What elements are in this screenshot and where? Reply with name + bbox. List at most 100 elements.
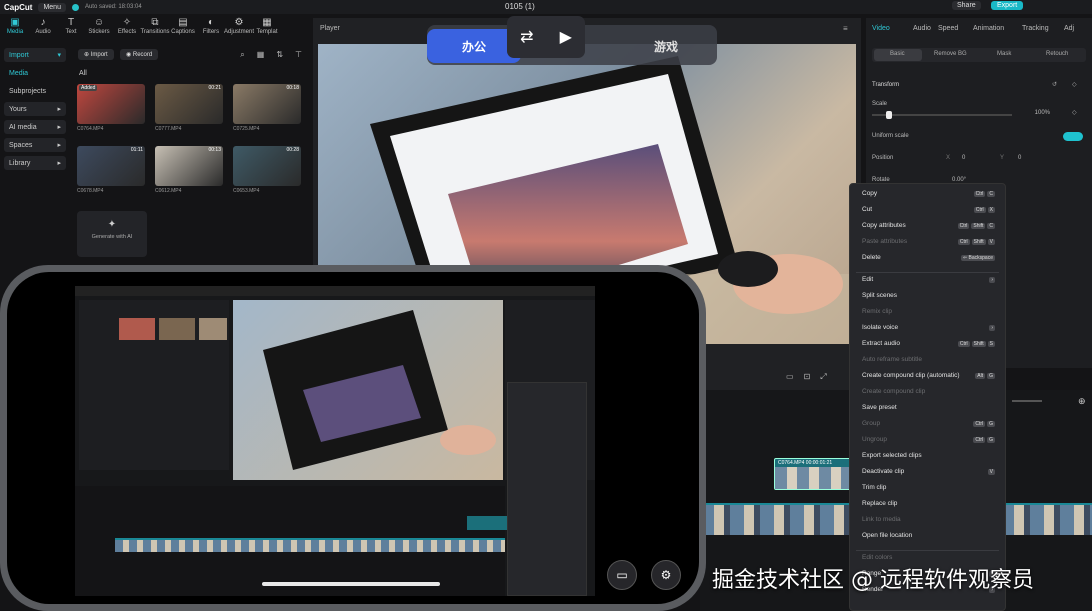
mode-game-button[interactable]: 游戏 bbox=[620, 29, 712, 63]
shortcut-key: Alt bbox=[975, 373, 986, 379]
nav-media[interactable]: Media bbox=[4, 66, 66, 80]
shortcut-key: Ctrl bbox=[973, 421, 986, 427]
tab-tracking[interactable]: Tracking bbox=[1022, 25, 1049, 32]
player-menu-icon[interactable]: ≡ bbox=[843, 24, 848, 33]
generate-ai-card[interactable]: ✦ Generate with AI bbox=[77, 211, 147, 257]
share-button[interactable]: Share bbox=[952, 1, 981, 10]
tab-audio[interactable]: Audio bbox=[913, 25, 931, 32]
subtab-basic[interactable]: Basic bbox=[890, 51, 905, 57]
reset-icon[interactable]: ↺ bbox=[1052, 81, 1057, 88]
menu-item-copy[interactable]: Copy bbox=[862, 190, 877, 197]
nav-spaces[interactable]: Spaces ▸ bbox=[4, 138, 66, 152]
nav-import[interactable]: Import ▾ bbox=[4, 48, 66, 62]
top-bar: CapCut Menu Auto saved: 18:03:04 0105 (1… bbox=[0, 0, 1092, 14]
tab-adj[interactable]: Adj bbox=[1064, 25, 1074, 32]
tool-media[interactable]: ▣ Media bbox=[2, 17, 28, 39]
tool-transitions[interactable]: ⧉ Transitions bbox=[140, 17, 169, 39]
export-button[interactable]: Export bbox=[991, 1, 1024, 10]
subtab-mask[interactable]: Mask bbox=[997, 51, 1011, 57]
media-thumb[interactable]: 01:11 bbox=[77, 146, 145, 186]
scale-keyframe-icon[interactable]: ◇ bbox=[1072, 109, 1077, 116]
tab-video[interactable]: Video bbox=[872, 25, 890, 32]
nav-library[interactable]: Library ▸ bbox=[4, 156, 66, 170]
tab-animation[interactable]: Animation bbox=[973, 25, 1004, 32]
nav-arrow-icon: ▸ bbox=[57, 142, 61, 149]
cast-play-icon[interactable]: ▶ bbox=[560, 27, 572, 47]
shortcut-key: ⇐ Backspace bbox=[960, 255, 995, 261]
tool-templat[interactable]: ▦ Templat bbox=[254, 17, 280, 39]
import-label: Import bbox=[90, 52, 108, 58]
tab-speed[interactable]: Speed bbox=[938, 25, 958, 32]
tool-audio[interactable]: ♪ Audio bbox=[30, 17, 56, 39]
project-filename[interactable]: 0105 (1) bbox=[505, 2, 535, 11]
nav-yours[interactable]: Yours ▸ bbox=[4, 102, 66, 116]
keyframe-icon[interactable]: ◇ bbox=[1072, 81, 1077, 88]
tool-captions[interactable]: ▤ Captions bbox=[170, 17, 196, 39]
scale-label: Scale bbox=[872, 101, 888, 107]
subtab-remove-bg[interactable]: Remove BG bbox=[934, 51, 967, 57]
menu-item-delete[interactable]: Delete bbox=[862, 254, 881, 261]
menu-item-create-compound-clip-automatic-[interactable]: Create compound clip (automatic) bbox=[862, 372, 960, 379]
nav-subprojects[interactable]: Subprojects bbox=[4, 84, 66, 98]
menu-item-extract-audio[interactable]: Extract audio bbox=[862, 340, 900, 347]
menu-button[interactable]: Menu bbox=[38, 2, 66, 12]
shortcut-key: G bbox=[987, 437, 995, 443]
mirror-player bbox=[233, 300, 503, 480]
zoom-slider[interactable] bbox=[1012, 400, 1042, 402]
menu-item-save-preset[interactable]: Save preset bbox=[862, 404, 897, 411]
tool-label: Captions bbox=[171, 29, 195, 35]
tool-text[interactable]: T Text bbox=[58, 17, 84, 39]
pos-x-value[interactable]: 0 bbox=[962, 155, 965, 161]
menu-item-deactivate-clip[interactable]: Deactivate clip bbox=[862, 468, 904, 475]
scale-slider-knob[interactable] bbox=[885, 111, 892, 119]
menu-item-open-file-location[interactable]: Open file location bbox=[862, 532, 912, 539]
scale-value[interactable]: 100% bbox=[1022, 110, 1050, 116]
menu-item-edit[interactable]: Edit bbox=[862, 276, 873, 283]
phone-screen-button[interactable]: ▭ bbox=[607, 560, 637, 590]
pos-y-value[interactable]: 0 bbox=[1018, 155, 1021, 161]
autosave-status: Auto saved: 18:03:04 bbox=[84, 4, 142, 10]
subtab-retouch[interactable]: Retouch bbox=[1046, 51, 1068, 57]
import-button[interactable]: ⊕ Import bbox=[78, 49, 114, 60]
shortcut-keys: › bbox=[987, 325, 995, 331]
media-thumb[interactable]: Added bbox=[77, 84, 145, 124]
fullscreen-icon[interactable]: ⤢ bbox=[820, 372, 826, 382]
ratio-icon[interactable]: ▭ bbox=[786, 372, 794, 382]
media-thumb[interactable]: 00:18 bbox=[233, 84, 301, 124]
tool-effects[interactable]: ✧ Effects bbox=[114, 17, 140, 39]
nav-ai-media[interactable]: AI media ▸ bbox=[4, 120, 66, 134]
tool-filters[interactable]: ◐ Filters bbox=[198, 17, 224, 39]
tool-stickers[interactable]: ☺ Stickers bbox=[86, 17, 112, 39]
swap-screen-icon[interactable]: ⇄ bbox=[520, 27, 533, 47]
menu-separator bbox=[856, 272, 999, 273]
nav-arrow-icon: ▸ bbox=[57, 106, 61, 113]
menu-item-copy-attributes[interactable]: Copy attributes bbox=[862, 222, 906, 229]
scale-slider-track[interactable] bbox=[872, 114, 1012, 116]
sort-icon[interactable]: ⇅ bbox=[276, 50, 283, 60]
filter-icon[interactable]: ⊤ bbox=[295, 50, 302, 60]
record-button[interactable]: ◉ Record bbox=[119, 49, 159, 60]
shortcut-key: X bbox=[987, 207, 995, 213]
tool-adjustment[interactable]: ⚙ Adjustment bbox=[224, 17, 254, 39]
menu-item-replace-clip[interactable]: Replace clip bbox=[862, 500, 897, 507]
grid-view-icon[interactable]: ▦ bbox=[257, 50, 265, 60]
search-icon[interactable]: ⌕ bbox=[240, 50, 244, 60]
shortcut-keys: V bbox=[986, 469, 995, 475]
menu-item-trim-clip[interactable]: Trim clip bbox=[862, 484, 886, 491]
duration-label: 01:11 bbox=[130, 147, 143, 153]
home-indicator[interactable] bbox=[262, 582, 440, 586]
menu-item-export-selected-clips[interactable]: Export selected clips bbox=[862, 452, 922, 459]
mirror-thumb bbox=[119, 318, 155, 340]
media-thumb[interactable]: 00:28 bbox=[233, 146, 301, 186]
media-thumb[interactable]: 00:13 bbox=[155, 146, 223, 186]
phone-settings-button[interactable]: ⚙ bbox=[651, 560, 681, 590]
crop-icon[interactable]: ⊡ bbox=[804, 372, 811, 382]
media-thumb[interactable]: 00:21 bbox=[155, 84, 223, 124]
uniform-scale-toggle[interactable] bbox=[1063, 132, 1083, 141]
menu-item-isolate-voice[interactable]: Isolate voice bbox=[862, 324, 898, 331]
nav-label: Import bbox=[9, 51, 29, 59]
menu-item-cut[interactable]: Cut bbox=[862, 206, 872, 213]
menu-item-split-scenes[interactable]: Split scenes bbox=[862, 292, 897, 299]
zoom-in-icon[interactable]: ⊕ bbox=[1078, 396, 1086, 407]
media-name: C0764.MP4 bbox=[77, 126, 104, 132]
